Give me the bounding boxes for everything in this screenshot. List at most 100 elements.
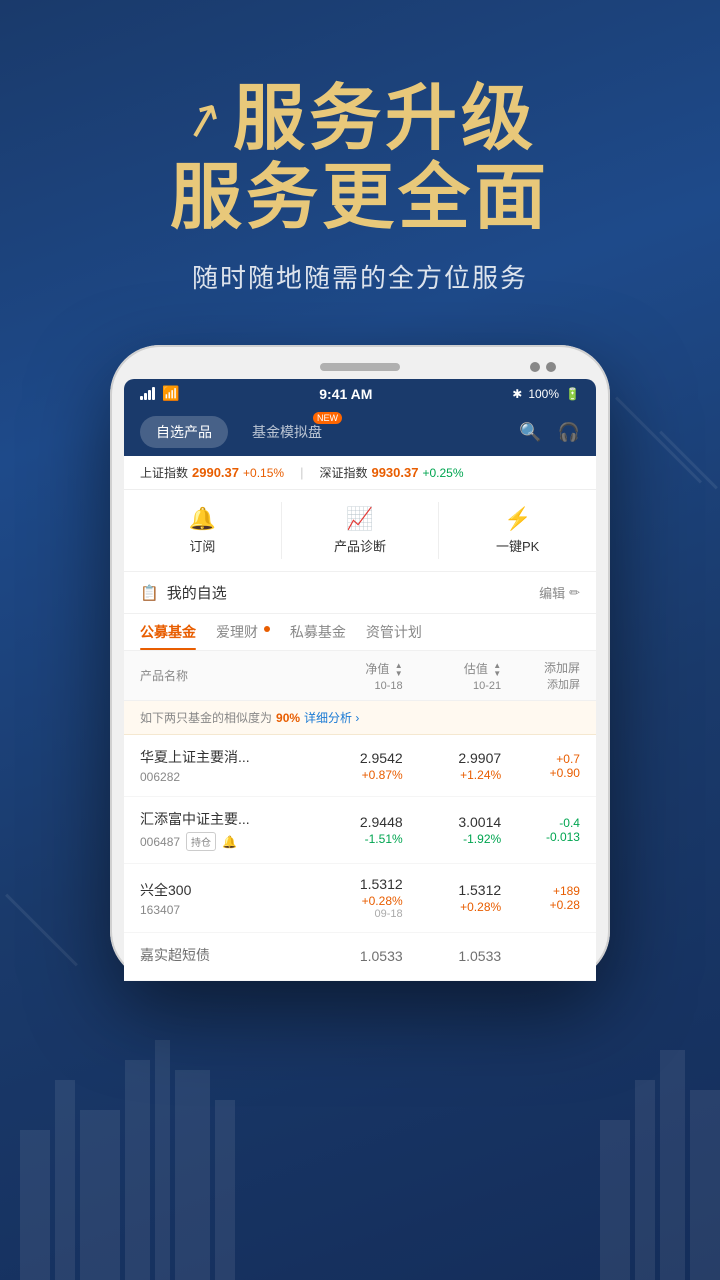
fund-add-1: -0.4 -0.013 [501,816,580,844]
cat-tab-wealth[interactable]: 爱理财 [216,622,270,650]
market-ticker: 上证指数 2990.37 +0.15% | 深证指数 9930.37 +0.25… [124,456,596,490]
similarity-alert: 如下两只基金的相似度为 90% 详细分析 › [124,701,596,735]
search-icon[interactable]: 🔍 [519,422,541,443]
similarity-text1: 如下两只基金的相似度为 [140,709,272,726]
status-bar: 📶 9:41 AM ✱ 100% 🔋 [124,379,596,408]
sz-ticker: 深证指数 9930.37 +0.25% [319,464,463,481]
add-sub: 添加屏 [547,679,580,691]
fund-info-0: 华夏上证主要消... 006282 [140,747,304,784]
phone-mockup: 📶 9:41 AM ✱ 100% 🔋 自选产品 [80,345,640,981]
vs-icon: ⚡ [504,506,531,532]
fund-est-2: 1.5312 +0.28% [403,882,502,914]
fund-nav-2: 1.5312 +0.28% 09-18 [304,876,403,920]
fund-name-3: 嘉实超短债 [140,945,304,965]
bell-icon: 🔔 [189,506,216,532]
nav-tab-watchlist[interactable]: 自选产品 [140,416,228,448]
battery-icon: 🔋 [565,387,580,401]
bluetooth-icon: ✱ [512,387,522,401]
fund-row-3[interactable]: 嘉实超短债 1.0533 1.0533 [124,933,596,981]
app-nav: 自选产品 基金模拟盘 NEW 🔍 🎧 [124,408,596,456]
col-header-add: 添加屏 添加屏 [501,659,580,692]
sz-label: 深证指数 [319,464,367,481]
nav-date: 10-18 [375,680,403,692]
arrow-icon: ↗ [176,87,229,152]
fund-nav-0: 2.9542 +0.87% [304,750,403,782]
similarity-link[interactable]: 详细分析 › [304,709,359,726]
fund-info-1: 汇添富中证主要... 006487 持仓 🔔 [140,809,304,851]
cat-tab-private-fund[interactable]: 私募基金 [290,622,346,650]
fund-est-1: 3.0014 -1.92% [403,814,502,846]
similarity-pct: 90% [276,711,300,725]
watchlist-icon: 📋 [140,584,159,602]
fund-est-3: 1.0533 [403,948,502,966]
fund-bell-1: 🔔 [222,835,237,849]
action-bar: 🔔 订阅 📈 产品诊断 ⚡ 一键PK [124,490,596,572]
fund-nav-3: 1.0533 [304,948,403,966]
action-pk[interactable]: ⚡ 一键PK [439,502,596,559]
sh-ticker: 上证指数 2990.37 +0.15% [140,464,284,481]
category-tabs: 公募基金 爱理财 私募基金 资管计划 [124,614,596,651]
nav-sort-icon[interactable]: ▲▼ [395,662,403,678]
subscribe-label: 订阅 [189,536,215,555]
est-sort-icon[interactable]: ▲▼ [493,662,501,678]
status-right: ✱ 100% 🔋 [512,387,580,401]
battery-pct: 100% [528,387,559,401]
fund-add-2: +189 +0.28 [501,884,580,912]
nav-tab-fund-simulate[interactable]: 基金模拟盘 NEW [236,416,338,448]
nav-icons: 🔍 🎧 [519,422,580,443]
sh-label: 上证指数 [140,464,188,481]
watchlist-header: 📋 我的自选 编辑 ✏ [124,572,596,614]
phone-camera-dots [530,362,556,372]
hero-subtitle: 随时随地随需的全方位服务 [170,258,550,295]
bar-4 [152,387,155,400]
headset-icon[interactable]: 🎧 [558,422,580,443]
new-badge: NEW [313,412,342,424]
phone-speaker [320,363,400,371]
phone-dot-2 [546,362,556,372]
action-subscribe[interactable]: 🔔 订阅 [124,502,282,559]
hero-title-1: 服务升级 [233,80,537,159]
fund-row-0[interactable]: 华夏上证主要消... 006282 2.9542 +0.87% 2.9907 +… [124,735,596,797]
diagnose-label: 产品诊断 [334,536,386,555]
edit-icon: ✏ [569,585,580,601]
wealth-dot [264,626,270,632]
action-diagnose[interactable]: 📈 产品诊断 [282,502,440,559]
nav-tabs: 自选产品 基金模拟盘 NEW [140,416,338,448]
wifi-icon: 📶 [162,385,179,402]
fund-name-2: 兴全300 [140,880,304,900]
bar-3 [148,390,151,400]
fund-code-2: 163407 [140,903,180,917]
watchlist-title: 📋 我的自选 [140,582,227,603]
fund-name-1: 汇添富中证主要... [140,809,304,829]
table-header: 产品名称 净值 ▲▼ 10-18 估值 ▲▼ 10-21 添加屏 [124,651,596,701]
phone-screen: 📶 9:41 AM ✱ 100% 🔋 自选产品 [124,379,596,981]
sz-value: 9930.37 [371,465,418,480]
fund-name-0: 华夏上证主要消... [140,747,304,767]
status-left: 📶 [140,385,179,402]
chart-icon: 📈 [346,506,373,532]
est-date: 10-21 [473,680,501,692]
phone-frame: 📶 9:41 AM ✱ 100% 🔋 自选产品 [110,345,610,981]
fund-code-1: 006487 [140,835,180,849]
fund-info-2: 兴全300 163407 [140,880,304,917]
fund-add-0: +0.7 +0.90 [501,752,580,780]
ticker-divider: | [300,465,303,480]
fund-info-3: 嘉实超短债 [140,945,304,968]
phone-dot-1 [530,362,540,372]
fund-nav-1: 2.9448 -1.51% [304,814,403,846]
watchlist-edit-btn[interactable]: 编辑 ✏ [539,583,580,602]
col-header-est: 估值 ▲▼ 10-21 [403,660,502,692]
sh-value: 2990.37 [192,465,239,480]
fund-row-1[interactable]: 汇添富中证主要... 006487 持仓 🔔 2.9448 -1.51% 3.0… [124,797,596,864]
status-time: 9:41 AM [319,386,372,402]
fund-tag-1: 持仓 [186,832,216,851]
fund-row-2[interactable]: 兴全300 163407 1.5312 +0.28% 09-18 1.5312 … [124,864,596,933]
col-header-nav: 净值 ▲▼ 10-18 [304,660,403,692]
fund-code-0: 006282 [140,770,180,784]
hero-title-2: 服务更全面 [170,159,550,238]
fund-est-0: 2.9907 +1.24% [403,750,502,782]
cat-tab-asset-mgmt[interactable]: 资管计划 [366,622,422,650]
cat-tab-public-fund[interactable]: 公募基金 [140,622,196,650]
hero-section: ↗ 服务升级 服务更全面 随时随地随需的全方位服务 [130,80,590,295]
col-header-name: 产品名称 [140,667,304,684]
